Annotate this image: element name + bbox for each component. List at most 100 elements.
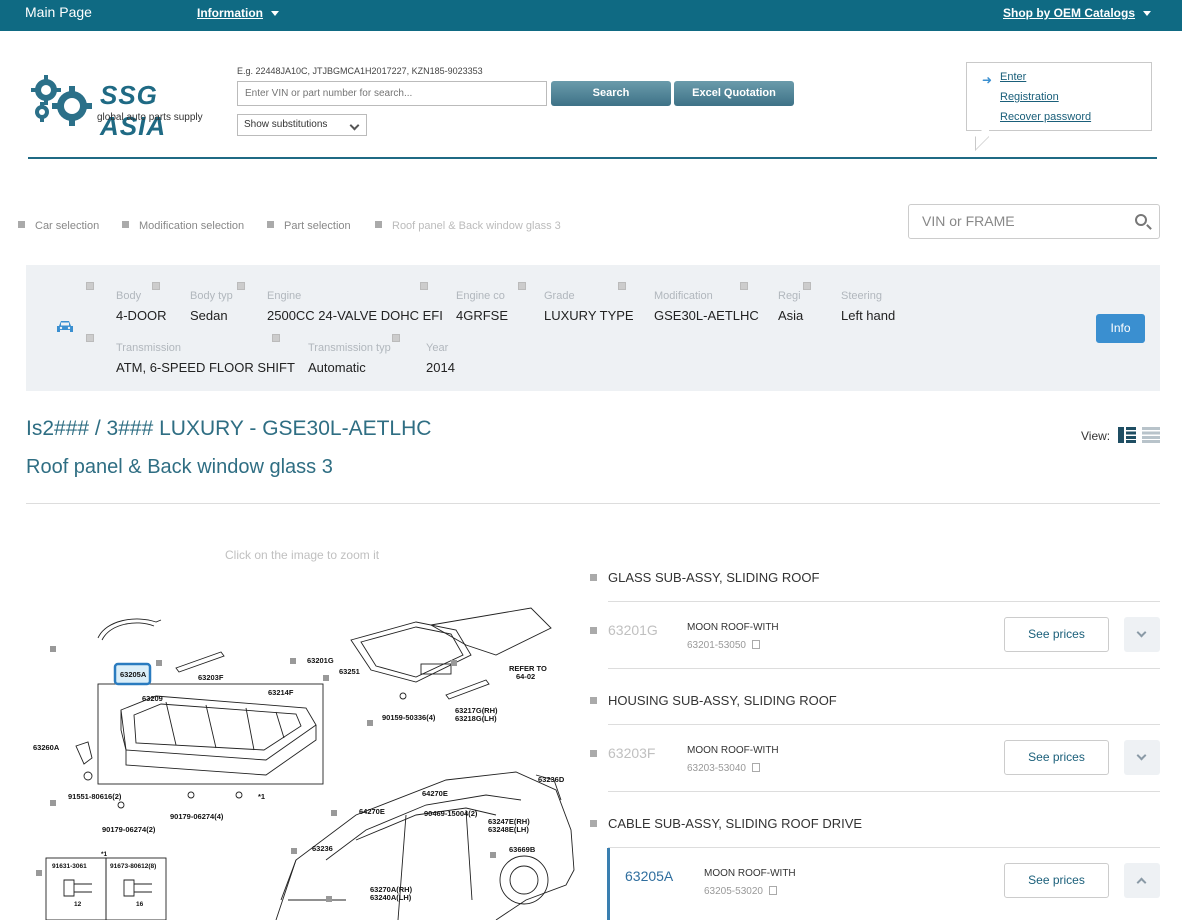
part-marker-icon [590, 750, 597, 757]
registration-link[interactable]: Registration [1000, 91, 1059, 103]
field-checkbox[interactable] [152, 282, 160, 290]
field-checkbox[interactable] [86, 334, 94, 342]
search-icon[interactable] [1135, 214, 1147, 226]
vin-frame-placeholder: VIN or FRAME [922, 213, 1015, 229]
diagram-label[interactable]: 64-02 [516, 672, 535, 681]
part-row-63203f[interactable]: 63203F MOON ROOF-WITH 63203-53040 See pr… [590, 725, 1160, 790]
diagram-label[interactable]: 90179-06274(4) [170, 812, 224, 821]
breadcrumb-label: Car selection [35, 220, 100, 232]
part-code[interactable]: 63201G [608, 622, 658, 638]
breadcrumb-car-selection[interactable]: Car selection [18, 220, 99, 232]
part-divider [608, 668, 1160, 669]
part-row-63205a[interactable]: 63205A MOON ROOF-WITH 63205-53020 See pr… [607, 848, 1160, 920]
shop-oem-catalogs-menu[interactable]: Shop by OEM Catalogs [1003, 6, 1152, 20]
breadcrumb-label: Roof panel & Back window glass 3 [392, 220, 561, 232]
diagram-label[interactable]: 63205A [120, 670, 147, 679]
diagram-label[interactable]: 64270E [422, 789, 448, 798]
part-group-title: CABLE SUB-ASSY, SLIDING ROOF DRIVE [590, 816, 862, 831]
see-prices-button[interactable]: See prices [1004, 863, 1109, 898]
diagram-label[interactable]: 63218G(LH) [455, 714, 497, 723]
copy-icon[interactable] [751, 640, 760, 649]
field-checkbox[interactable] [237, 282, 245, 290]
field-label: Year [426, 342, 449, 354]
breadcrumb-modification-selection[interactable]: Modification selection [122, 220, 244, 232]
field-label: Modification [654, 290, 713, 302]
diagram-label[interactable]: 90179-06274(2) [102, 825, 156, 834]
diagram-label[interactable]: 90159-50336(4) [382, 713, 436, 722]
main-page-link[interactable]: Main Page [25, 4, 92, 20]
field-label: Steering [841, 290, 882, 302]
table-view-icon[interactable] [1142, 427, 1160, 443]
diagram-label[interactable]: 63240A(LH) [370, 893, 412, 902]
parts-diagram[interactable]: 63205A 63203F 63209 63214F 63260A 91551-… [26, 600, 576, 920]
diagram-label[interactable]: 91551-80616(2) [68, 792, 122, 801]
field-value: LUXURY TYPE [544, 308, 634, 323]
part-code[interactable]: 63205A [625, 868, 673, 884]
part-group-title: GLASS SUB-ASSY, SLIDING ROOF [590, 570, 819, 585]
part-row-63201g[interactable]: 63201G MOON ROOF-WITH 63201-53050 See pr… [590, 602, 1160, 667]
diagram-label[interactable]: 63209 [142, 694, 163, 703]
diagram-label[interactable]: 91631-3061 [52, 863, 87, 870]
copy-icon[interactable] [768, 886, 777, 895]
substitutions-select[interactable]: Show substitutions [237, 114, 367, 136]
expand-button[interactable] [1124, 617, 1160, 652]
diagram-label[interactable]: 63203F [198, 673, 224, 682]
list-view-icon[interactable] [1118, 427, 1136, 443]
breadcrumb-part-selection[interactable]: Part selection [267, 220, 351, 232]
see-prices-button[interactable]: See prices [1004, 617, 1109, 652]
field-transmission: Transmission ATM, 6-SPEED FLOOR SHIFT [86, 334, 295, 375]
diagram-label[interactable]: 91673-80612(8) [110, 863, 156, 870]
excel-quotation-button[interactable]: Excel Quotation [674, 81, 794, 106]
field-value: 4-DOOR [116, 308, 167, 323]
vin-frame-search[interactable]: VIN or FRAME [908, 204, 1160, 239]
field-checkbox[interactable] [803, 282, 811, 290]
part-description: MOON ROOF-WITH [687, 622, 779, 633]
field-value: 2014 [426, 360, 455, 375]
diagram-label[interactable]: 64270E [359, 807, 385, 816]
site-logo[interactable]: SSG ASIA global auto parts supply [28, 70, 208, 141]
breadcrumb-marker-icon [122, 221, 129, 228]
search-button[interactable]: Search [551, 81, 671, 106]
diagram-label[interactable]: *1 [258, 792, 265, 801]
diagram-label[interactable]: 63236 [312, 844, 333, 853]
see-prices-button[interactable]: See prices [1004, 740, 1109, 775]
diagram-label[interactable]: 63236D [538, 775, 565, 784]
field-checkbox[interactable] [86, 282, 94, 290]
breadcrumb-current: Roof panel & Back window glass 3 [375, 220, 561, 232]
field-label: Engine [267, 290, 302, 302]
enter-link[interactable]: Enter [1000, 71, 1026, 83]
part-number-text: 63203-53040 [687, 763, 746, 774]
brand-name: SSG ASIA [100, 80, 167, 141]
breadcrumb-label: Part selection [284, 220, 351, 232]
field-checkbox[interactable] [618, 282, 626, 290]
car-icon [57, 321, 73, 332]
field-checkbox[interactable] [518, 282, 526, 290]
copy-icon[interactable] [751, 763, 760, 772]
diagram-label[interactable]: 63201G [307, 656, 334, 665]
field-label: Engine co [456, 290, 505, 302]
part-code[interactable]: 63203F [608, 745, 655, 761]
login-box-tail [975, 123, 989, 151]
brand-tagline: global auto parts supply [97, 112, 203, 123]
field-checkbox[interactable] [272, 334, 280, 342]
diagram-label[interactable]: 63214F [268, 688, 294, 697]
field-checkbox[interactable] [740, 282, 748, 290]
field-body-type: Body typ Sedan [152, 282, 233, 323]
field-checkbox[interactable] [420, 282, 428, 290]
collapse-button[interactable] [1124, 863, 1160, 898]
information-menu[interactable]: Information [197, 6, 279, 20]
field-checkbox[interactable] [392, 334, 400, 342]
diagram-label[interactable]: 90469-15004(2) [424, 809, 478, 818]
field-value: ATM, 6-SPEED FLOOR SHIFT [116, 360, 295, 375]
group-label: HOUSING SUB-ASSY, SLIDING ROOF [608, 693, 837, 708]
search-input[interactable] [237, 81, 547, 106]
diagram-label[interactable]: 63669B [509, 845, 536, 854]
diagram-label[interactable]: 63260A [33, 743, 60, 752]
diagram-label[interactable]: 63251 [339, 667, 360, 676]
info-button[interactable]: Info [1096, 314, 1145, 343]
chevron-down-icon [1143, 11, 1152, 17]
recover-password-link[interactable]: Recover password [1000, 111, 1091, 123]
field-region: Regi Asia [740, 282, 803, 323]
expand-button[interactable] [1124, 740, 1160, 775]
diagram-label[interactable]: 63248E(LH) [488, 825, 529, 834]
